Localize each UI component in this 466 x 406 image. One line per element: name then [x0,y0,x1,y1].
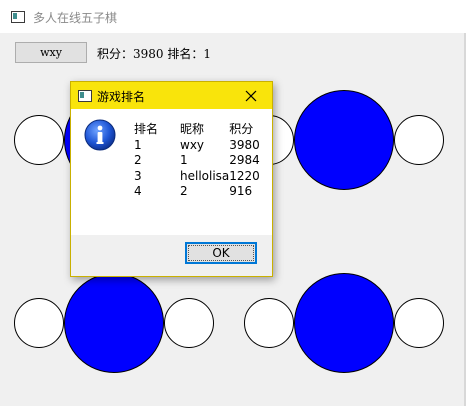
score-cell: 3980 [229,137,260,152]
player-slot-bottom-left-right[interactable] [164,298,214,348]
column-header-nickname: 昵称 [180,122,205,136]
ranking-dialog: 游戏排名 排名 昵称 积分 1 wxy 3980 2 1 2984 3 hell… [70,81,273,277]
player-slot-bottom-left-left[interactable] [14,298,64,348]
score-cell: 2984 [229,153,260,167]
ranking-table: 排名 昵称 积分 1 wxy 3980 2 1 2984 3 hellolisa… [134,122,260,200]
player-slot-bottom-right-right[interactable] [394,298,444,348]
dialog-message-area: 排名 昵称 积分 1 wxy 3980 2 1 2984 3 hellolisa… [71,109,272,235]
rank-cell: 3 [134,168,142,183]
table-header-row: 排名 昵称 积分 [134,122,260,138]
score-cell: 916 [229,184,253,198]
player-slot-bottom-right-left[interactable] [244,298,294,348]
nickname-cell: hellolisa [180,168,230,183]
ok-button[interactable]: OK [185,242,257,264]
nickname-cell: wxy [180,137,205,152]
player-slot-bottom-left-center[interactable] [64,273,164,373]
column-header-rank: 排名 [134,122,159,136]
rank-cell: 2 [134,153,142,167]
table-row: 1 wxy 3980 [134,138,260,154]
dialog-titlebar: 游戏排名 [71,82,272,109]
player-slot-bottom-right-center[interactable] [294,273,394,373]
score-rank-label: 积分：3980 排名：1 [97,47,211,61]
rank-cell: 1 [134,137,142,152]
player-slot-top-right-right[interactable] [394,115,444,165]
close-icon[interactable] [241,86,261,106]
player-slot-top-right-center[interactable] [294,90,394,190]
table-row: 2 1 2984 [134,153,260,169]
info-icon [84,119,116,151]
rank-cell: 4 [134,184,142,198]
window-titlebar: 多人在线五子棋 [0,0,466,33]
player-slot-top-left-left[interactable] [14,115,64,165]
table-row: 4 2 916 [134,184,260,200]
app-icon [11,11,25,23]
score-cell: 1220 [229,168,260,183]
nickname-cell: 1 [180,153,188,167]
nickname-cell: 2 [180,184,188,198]
table-row: 3 hellolisa 1220 [134,169,260,185]
column-header-score: 积分 [229,122,254,136]
dialog-app-icon [78,90,92,102]
username-button[interactable]: wxy [15,42,87,63]
window-title: 多人在线五子棋 [33,11,118,25]
dialog-title: 游戏排名 [97,90,146,104]
